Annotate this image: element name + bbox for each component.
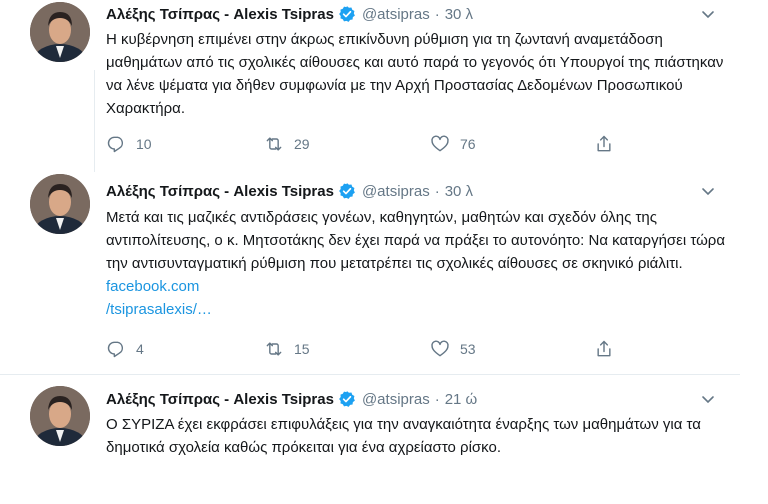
author-handle[interactable]: @atsipras bbox=[362, 183, 430, 200]
share-icon bbox=[597, 340, 611, 357]
avatar[interactable] bbox=[30, 174, 90, 234]
author-name[interactable]: Αλέξης Τσίπρας - Alexis Tsipras bbox=[106, 6, 334, 23]
like-count: 76 bbox=[460, 136, 476, 152]
like-button[interactable]: 53 bbox=[430, 337, 476, 361]
share-button[interactable] bbox=[594, 132, 624, 156]
tweet[interactable]: Αλέξης Τσίπρας - Alexis Tsipras @atsipra… bbox=[0, 374, 740, 504]
reply-button[interactable]: 4 bbox=[106, 337, 144, 361]
like-count: 53 bbox=[460, 341, 476, 357]
separator-dot: · bbox=[434, 390, 440, 408]
tweet-text: Μετά και τις μαζικές αντιδράσεις γονέων,… bbox=[106, 209, 725, 272]
retweet-icon bbox=[266, 137, 282, 151]
heart-icon bbox=[431, 340, 449, 357]
reply-icon bbox=[107, 341, 123, 358]
author-name[interactable]: Αλέξης Τσίπρας - Alexis Tsipras bbox=[106, 183, 334, 200]
share-icon bbox=[597, 135, 611, 152]
retweet-count: 29 bbox=[294, 136, 310, 152]
tweet-actions: 4 15 53 bbox=[106, 337, 626, 361]
separator-dot: · bbox=[434, 182, 440, 200]
chevron-down-icon[interactable] bbox=[700, 6, 716, 22]
like-button[interactable]: 76 bbox=[430, 132, 476, 156]
author-handle[interactable]: @atsipras bbox=[362, 6, 430, 23]
avatar[interactable] bbox=[30, 386, 90, 446]
avatar[interactable] bbox=[30, 2, 90, 62]
tweet[interactable]: Αλέξης Τσίπρας - Alexis Tsipras @atsipra… bbox=[0, 0, 740, 172]
timestamp[interactable]: 21 ώ bbox=[445, 391, 478, 408]
tweet-link-path[interactable]: /tsiprasalexis/… bbox=[106, 301, 212, 318]
tweet-link[interactable]: facebook.com bbox=[106, 278, 199, 295]
heart-icon bbox=[431, 135, 449, 152]
reply-count: 4 bbox=[136, 341, 144, 357]
tweet-text: Ο ΣΥΡΙΖΑ έχει εκφράσει επιφυλάξεις για τ… bbox=[106, 416, 701, 456]
author-handle[interactable]: @atsipras bbox=[362, 391, 430, 408]
verified-badge-icon bbox=[339, 6, 355, 22]
share-button[interactable] bbox=[594, 337, 624, 361]
verified-badge-icon bbox=[339, 391, 355, 407]
retweet-button[interactable]: 29 bbox=[264, 132, 310, 156]
thread-line bbox=[94, 70, 95, 172]
tweet-text-block: Μετά και τις μαζικές αντιδράσεις γονέων,… bbox=[106, 206, 726, 321]
author-name[interactable]: Αλέξης Τσίπρας - Alexis Tsipras bbox=[106, 391, 334, 408]
tweet-actions: 10 29 76 bbox=[106, 132, 626, 156]
timestamp[interactable]: 30 λ bbox=[445, 6, 473, 23]
chevron-down-icon[interactable] bbox=[700, 183, 716, 199]
separator-dot: · bbox=[434, 5, 440, 23]
retweet-button[interactable]: 15 bbox=[264, 337, 310, 361]
reply-icon bbox=[107, 136, 123, 153]
tweet-text: Η κυβέρνηση επιμένει στην άκρως επικίνδυ… bbox=[106, 31, 724, 117]
retweet-icon bbox=[266, 342, 282, 356]
reply-button[interactable]: 10 bbox=[106, 132, 152, 156]
timeline: Αλέξης Τσίπρας - Alexis Tsipras @atsipra… bbox=[0, 0, 740, 504]
timestamp[interactable]: 30 λ bbox=[445, 183, 473, 200]
tweet[interactable]: Αλέξης Τσίπρας - Alexis Tsipras @atsipra… bbox=[0, 172, 740, 374]
verified-badge-icon bbox=[339, 183, 355, 199]
chevron-down-icon[interactable] bbox=[700, 391, 716, 407]
reply-count: 10 bbox=[136, 136, 152, 152]
retweet-count: 15 bbox=[294, 341, 310, 357]
